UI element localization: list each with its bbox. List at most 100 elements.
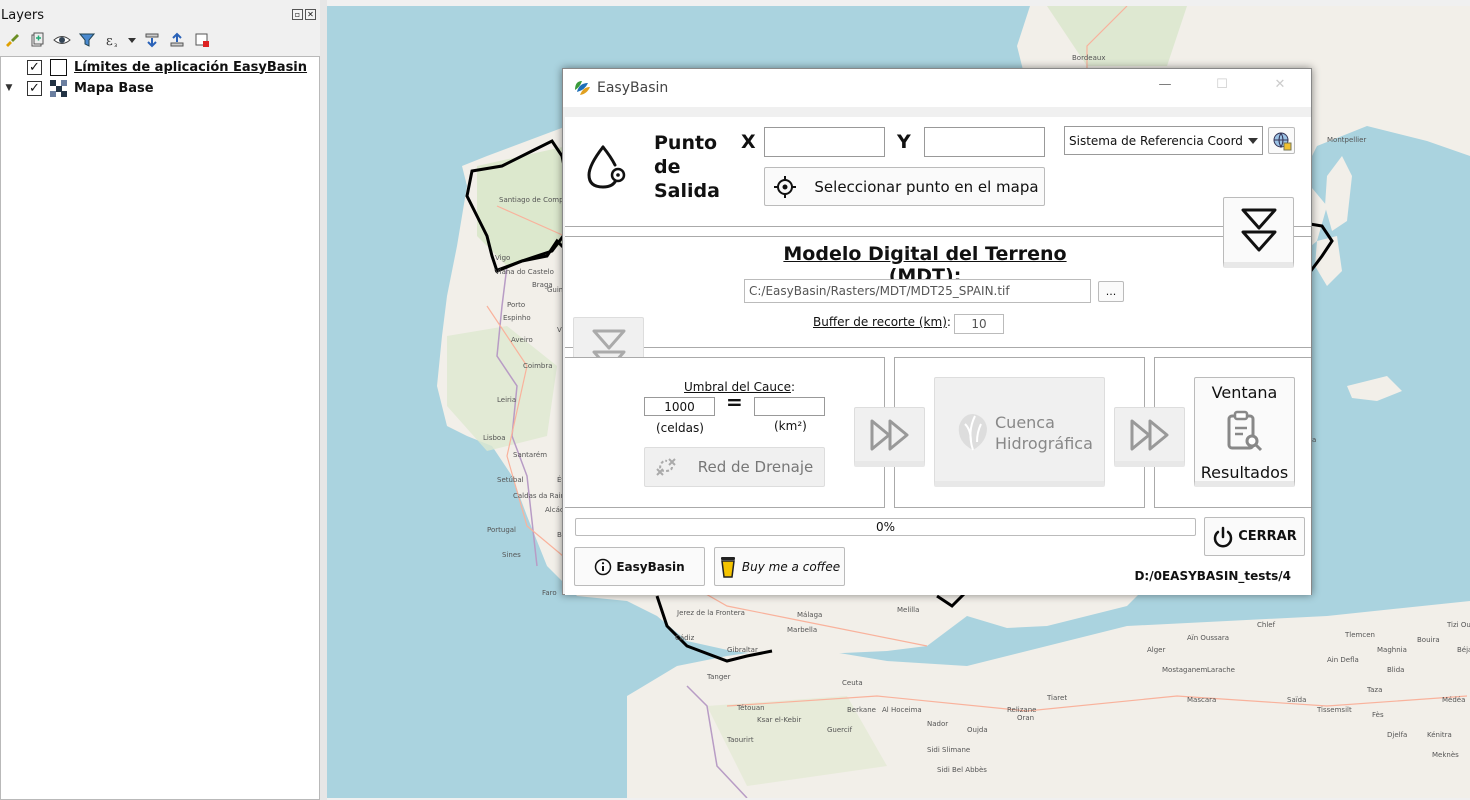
drainage-route-icon: [656, 458, 676, 476]
map-place-label: Relizane: [1007, 706, 1037, 714]
panel-splitter[interactable]: [320, 0, 327, 800]
float-icon[interactable]: ▫: [292, 9, 303, 20]
crs-select[interactable]: Sistema de Referencia Coord: [1064, 126, 1263, 155]
maximize-button[interactable]: ☐: [1210, 77, 1234, 97]
double-down-triangle-icon: [1241, 208, 1276, 252]
mdt-path-field[interactable]: C:/EasyBasin/Rasters/MDT/MDT25_SPAIN.tif: [744, 279, 1091, 303]
watershed-label-line2: Hidrográfica: [995, 434, 1093, 453]
layer-row-mapa-base[interactable]: ▼ ✓ Mapa Base: [1, 78, 154, 98]
km2-unit-label: (km²): [774, 419, 807, 433]
dropdown-arrow-icon[interactable]: [128, 31, 136, 49]
buffer-label-suffix: :: [946, 315, 951, 329]
map-place-label: Tiaret: [1047, 694, 1068, 702]
map-place-label: Vigo: [495, 254, 511, 262]
layer-label[interactable]: Límites de aplicación EasyBasin: [74, 60, 307, 75]
map-place-label: Aïn Oussara: [1187, 634, 1230, 642]
map-place-label: Blida: [1387, 666, 1405, 674]
map-place-label: Tanger: [707, 673, 731, 681]
map-place-label: Chlef: [1257, 621, 1276, 629]
drainage-network-label: Red de Drenaje: [697, 458, 814, 476]
map-place-label: Oran: [1017, 714, 1035, 722]
browse-mdt-button[interactable]: ...: [1098, 281, 1124, 302]
select-point-label: Seleccionar punto en el mapa: [814, 177, 1039, 196]
results-window-button[interactable]: Ventana Resultados: [1194, 377, 1295, 487]
close-icon[interactable]: ✕: [305, 9, 316, 20]
next-step-arrow-button-2[interactable]: [1114, 407, 1185, 467]
map-place-label: Médéa: [1442, 696, 1466, 704]
select-point-on-map-button[interactable]: Seleccionar punto en el mapa: [764, 167, 1045, 206]
map-place-label: Mascara: [1187, 696, 1217, 704]
map-place-label: Málaga: [797, 611, 823, 619]
map-place-label: Sidi Slimane: [927, 746, 971, 754]
collapse-punto-button[interactable]: [1223, 197, 1294, 268]
easybasin-logo-icon: [572, 78, 592, 101]
drainage-network-button[interactable]: Red de Drenaje: [644, 447, 825, 487]
eye-icon[interactable]: [53, 31, 71, 49]
filter-icon[interactable]: [78, 31, 96, 49]
raster-symbol-icon: [50, 79, 67, 97]
map-place-label: Cádiz: [675, 634, 695, 642]
map-place-label: Oujda: [967, 726, 988, 734]
map-place-label: Sines: [502, 551, 521, 559]
dialog-titlebar[interactable]: EasyBasin — ☐ ✕: [563, 69, 1311, 107]
progress-bar: 0%: [575, 518, 1196, 536]
next-step-arrow-button[interactable]: [854, 407, 925, 467]
collapse-all-icon[interactable]: [168, 31, 186, 49]
layer-visibility-checkbox[interactable]: ✓: [27, 80, 42, 96]
map-place-label: Saïda: [1287, 696, 1307, 704]
working-directory-label: D:/0EASYBASIN_tests/4: [1134, 569, 1291, 583]
easybasin-info-label: EasyBasin: [616, 559, 685, 574]
map-place-label: Al Hoceima: [882, 706, 922, 714]
map-place-label: Maghnia: [1377, 646, 1407, 654]
map-place-label: Bordeaux: [1072, 54, 1106, 62]
buffer-label: Buffer de recorte (km):: [813, 315, 951, 329]
map-place-label: Berkane: [847, 706, 876, 714]
cells-threshold-input[interactable]: 1000: [644, 397, 715, 416]
map-place-label: Djelfa: [1387, 731, 1408, 739]
minimize-button[interactable]: —: [1153, 77, 1177, 97]
separator: [565, 347, 1311, 348]
map-place-label: Taza: [1367, 686, 1383, 694]
remove-layer-icon[interactable]: [193, 31, 211, 49]
svg-text:₃: ₃: [114, 40, 117, 48]
map-place-label: Bouira: [1417, 636, 1440, 644]
map-place-label: Coimbra: [523, 362, 553, 370]
y-coordinate-input[interactable]: [924, 127, 1045, 157]
cells-unit-label: (celdas): [656, 421, 704, 435]
km2-threshold-input[interactable]: [754, 397, 825, 416]
outlet-drop-icon: [585, 143, 629, 194]
map-place-label: Lisboa: [483, 434, 506, 442]
svg-text:ε: ε: [106, 34, 113, 48]
map-place-label: Ain Defla: [1327, 656, 1359, 664]
expand-all-icon[interactable]: [143, 31, 161, 49]
map-place-label: Portugal: [487, 526, 516, 534]
add-group-icon[interactable]: [28, 31, 46, 49]
easybasin-info-button[interactable]: EasyBasin: [574, 547, 705, 586]
collapse-arrow-icon[interactable]: ▼: [1, 83, 17, 93]
separator: [565, 226, 1311, 227]
map-place-label: Meknès: [1432, 751, 1459, 759]
map-place-label: Ksar el-Kebir: [757, 716, 802, 724]
map-place-label: Aveiro: [511, 336, 533, 344]
crs-selector-button[interactable]: [1268, 127, 1295, 154]
x-coordinate-input[interactable]: [764, 127, 885, 157]
buffer-input[interactable]: 10: [954, 314, 1004, 334]
dialog-body: Punto de Salida X Y Sistema de Referenci…: [565, 117, 1311, 595]
map-place-label: Marbella: [787, 626, 818, 634]
x-label: X: [741, 131, 756, 153]
map-place-label: Alger: [1147, 646, 1166, 654]
close-window-button[interactable]: ✕: [1268, 77, 1292, 97]
watershed-button[interactable]: Cuenca Hidrográfica: [934, 377, 1105, 487]
layer-visibility-checkbox[interactable]: ✓: [27, 59, 42, 75]
polygon-symbol-icon: [50, 58, 67, 76]
expression-filter-icon[interactable]: ε₃: [103, 31, 121, 49]
map-place-label: Ceuta: [842, 679, 863, 687]
paintbrush-icon[interactable]: [3, 31, 21, 49]
map-place-label: Nador: [927, 720, 949, 728]
buy-me-a-coffee-button[interactable]: Buy me a coffee: [714, 547, 845, 586]
close-dialog-button[interactable]: CERRAR: [1204, 517, 1305, 556]
layer-label[interactable]: Mapa Base: [74, 81, 154, 96]
buy-me-a-coffee-label: Buy me a coffee: [741, 559, 841, 574]
layer-row-limites[interactable]: ✓ Límites de aplicación EasyBasin: [1, 57, 307, 77]
separator: [565, 236, 1311, 237]
